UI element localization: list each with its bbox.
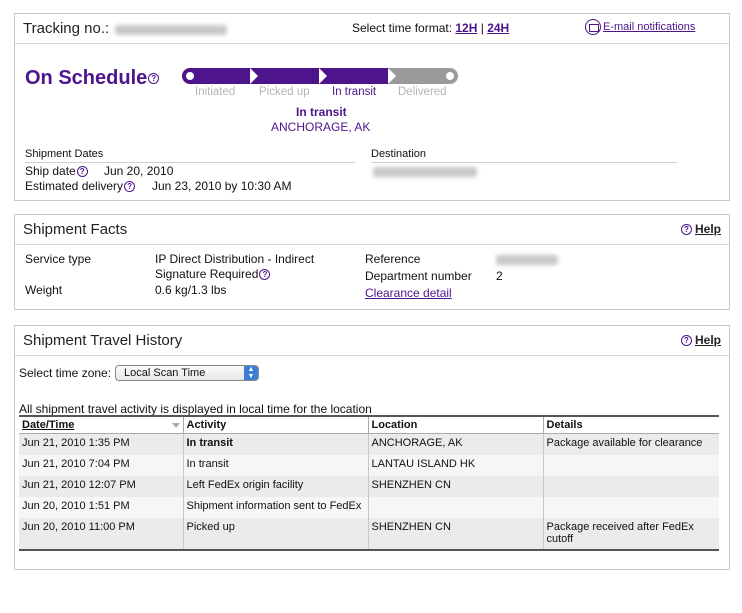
progress-separator xyxy=(250,68,258,84)
cell-location: ANCHORAGE, AK xyxy=(367,433,543,455)
cell-activity: Left FedEx origin facility xyxy=(182,475,368,497)
est-delivery-value: Jun 23, 2010 by 10:30 AM xyxy=(152,179,292,193)
format-separator: | xyxy=(480,21,484,35)
tracking-number-label: Tracking no.: xyxy=(23,20,110,37)
help-icon: ? xyxy=(680,224,692,236)
current-status: In transit xyxy=(296,105,347,119)
tracking-summary-panel: Tracking no.: Select time format: 12H | … xyxy=(14,13,730,201)
timezone-label: Select time zone: xyxy=(19,366,112,380)
step-picked-up: Picked up xyxy=(259,86,310,98)
weight-label: Weight xyxy=(25,283,63,297)
col-details: Details xyxy=(542,415,719,434)
shipment-facts-panel: Shipment Facts ? Help Service type IP Dir… xyxy=(14,214,730,310)
cell-details xyxy=(542,496,719,518)
envelope-icon xyxy=(585,19,601,35)
progress-separator xyxy=(319,68,327,84)
history-note: All shipment travel activity is displaye… xyxy=(19,402,372,416)
reference-redacted xyxy=(496,255,558,265)
table-header-row: Date/Time Activity Location Details xyxy=(19,415,719,434)
step-initiated: Initiated xyxy=(195,86,236,98)
time-format-selector: Select time format: 12H | 24H xyxy=(352,21,509,35)
step-in-transit: In transit xyxy=(332,86,377,98)
tracking-number-redacted xyxy=(115,25,227,35)
cell-details: Package available for clearance xyxy=(542,433,719,455)
department-label: Department number xyxy=(365,269,472,283)
travel-history-panel: Shipment Travel History ? Help Select tim… xyxy=(14,325,730,570)
table-row: Jun 21, 2010 1:35 PM In transit ANCHORAG… xyxy=(19,433,719,455)
help-icon: ? xyxy=(680,335,692,347)
progress-bar xyxy=(182,68,460,84)
cell-activity: In transit xyxy=(182,433,368,455)
cell-details xyxy=(542,454,719,476)
ship-date-value: Jun 20, 2010 xyxy=(104,164,174,178)
current-location: ANCHORAGE, AK xyxy=(271,120,371,134)
help-icon[interactable]: ? xyxy=(259,269,271,281)
facts-header: Shipment Facts ? Help xyxy=(15,215,729,245)
history-help[interactable]: ? Help xyxy=(680,333,721,347)
progress-fill xyxy=(182,68,389,84)
table-row: Jun 21, 2010 7:04 PM In transit LANTAU I… xyxy=(19,454,719,476)
shipment-dates-label: Shipment Dates xyxy=(25,148,104,160)
reference-label: Reference xyxy=(365,252,421,266)
history-header: Shipment Travel History ? Help xyxy=(15,326,729,356)
cell-location: SHENZHEN CN xyxy=(367,475,543,497)
cell-details: Package received after FedEx cutoff xyxy=(542,517,719,551)
cell-datetime: Jun 20, 2010 1:51 PM xyxy=(19,496,183,518)
col-datetime[interactable]: Date/Time xyxy=(19,415,183,434)
facts-title: Shipment Facts xyxy=(23,221,128,238)
shipment-status: On Schedule? xyxy=(25,67,162,90)
table-row: Jun 21, 2010 12:07 PM Left FedEx origin … xyxy=(19,475,719,497)
select-arrows-icon: ▲ ▼ xyxy=(244,366,258,380)
timezone-value: Local Scan Time xyxy=(124,367,206,379)
table-row: Jun 20, 2010 1:51 PM Shipment informatio… xyxy=(19,496,719,518)
facts-help[interactable]: ? Help xyxy=(680,222,721,236)
progress-start-dot xyxy=(186,72,194,80)
time-format-label: Select time format: xyxy=(352,21,453,35)
progress-separator xyxy=(388,68,396,84)
ship-date-label: Ship date? xyxy=(25,164,91,178)
cell-activity: Picked up xyxy=(182,517,368,551)
format-24h-link[interactable]: 24H xyxy=(487,21,509,35)
cell-location: LANTAU ISLAND HK xyxy=(367,454,543,476)
history-table: Date/Time Activity Location Details Jun … xyxy=(19,415,719,551)
clearance-detail-link[interactable]: Clearance detail xyxy=(365,286,452,300)
tracking-header: Tracking no.: Select time format: 12H | … xyxy=(15,14,729,44)
divider xyxy=(25,162,355,163)
service-type-value-2: Signature Required? xyxy=(155,267,273,281)
sort-icon xyxy=(171,423,180,428)
history-title: Shipment Travel History xyxy=(23,332,183,349)
status-title: On Schedule xyxy=(25,67,148,89)
cell-activity: Shipment information sent to FedEx xyxy=(182,496,368,518)
col-location: Location xyxy=(367,415,543,434)
email-notifications[interactable]: E-mail notifications xyxy=(585,19,695,35)
destination-redacted xyxy=(373,167,477,177)
service-type-label: Service type xyxy=(25,252,92,266)
cell-datetime: Jun 21, 2010 12:07 PM xyxy=(19,475,183,497)
email-notifications-link[interactable]: E-mail notifications xyxy=(603,21,695,33)
timezone-select[interactable]: Local Scan Time ▲ ▼ xyxy=(115,365,259,381)
department-value: 2 xyxy=(496,269,503,283)
help-link[interactable]: Help xyxy=(695,222,721,236)
est-delivery-label: Estimated delivery? xyxy=(25,179,138,193)
col-activity: Activity xyxy=(182,415,368,434)
step-delivered: Delivered xyxy=(398,86,447,98)
cell-datetime: Jun 21, 2010 7:04 PM xyxy=(19,454,183,476)
cell-location: SHENZHEN CN xyxy=(367,517,543,551)
divider xyxy=(371,162,677,163)
cell-datetime: Jun 21, 2010 1:35 PM xyxy=(19,433,183,455)
table-row: Jun 20, 2010 11:00 PM Picked up SHENZHEN… xyxy=(19,517,719,551)
cell-datetime: Jun 20, 2010 11:00 PM xyxy=(19,517,183,551)
progress-end-dot xyxy=(446,72,454,80)
help-icon[interactable]: ? xyxy=(124,181,136,193)
cell-activity: In transit xyxy=(182,454,368,476)
weight-value: 0.6 kg/1.3 lbs xyxy=(155,283,227,297)
destination-label: Destination xyxy=(371,148,427,160)
cell-location xyxy=(367,496,543,518)
help-link[interactable]: Help xyxy=(695,333,721,347)
help-icon[interactable]: ? xyxy=(76,166,88,178)
format-12h-link[interactable]: 12H xyxy=(455,21,477,35)
cell-details xyxy=(542,475,719,497)
help-icon[interactable]: ? xyxy=(148,73,160,85)
service-type-value: IP Direct Distribution - Indirect xyxy=(155,252,315,266)
